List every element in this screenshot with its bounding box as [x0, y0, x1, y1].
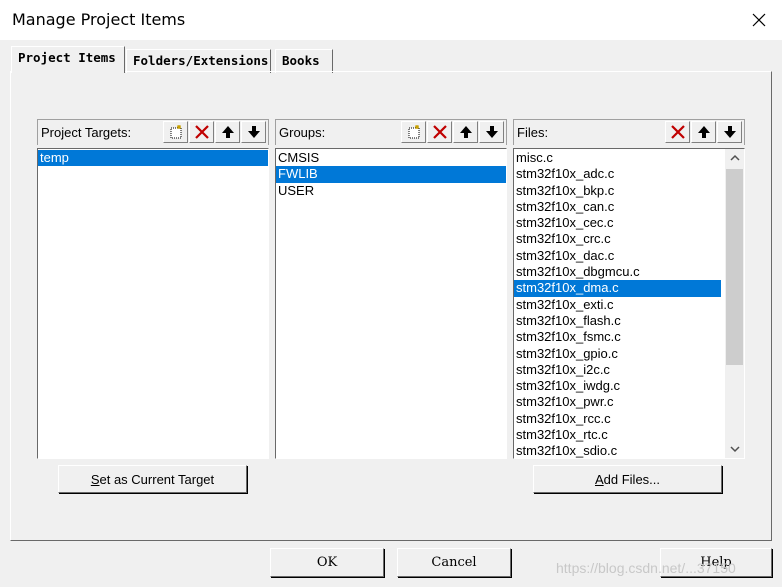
list-item[interactable]: stm32f10x_dbgmcu.c — [514, 264, 721, 280]
list-item[interactable]: stm32f10x_iwdg.c — [514, 378, 721, 394]
close-button[interactable] — [736, 0, 782, 40]
list-item[interactable]: stm32f10x_dac.c — [514, 248, 721, 264]
cancel-button[interactable]: Cancel — [397, 548, 511, 577]
arrow-up-icon — [459, 126, 472, 138]
files-panel: Files: misc.c stm32f10x_adc.c stm32f10x_bk… — [513, 119, 745, 459]
arrow-up-icon — [221, 126, 234, 138]
list-item[interactable]: stm32f10x_flash.c — [514, 313, 721, 329]
list-item[interactable]: stm32f10x_crc.c — [514, 231, 721, 247]
new-target-button[interactable] — [163, 121, 188, 143]
groups-header: Groups: — [275, 119, 507, 145]
files-header: Files: — [513, 119, 745, 145]
list-item[interactable]: stm32f10x_gpio.c — [514, 346, 721, 362]
set-target-accel: S — [90, 471, 100, 487]
project-targets-panel: Project Targets: temp — [37, 119, 269, 459]
title-bar: Manage Project Items — [0, 0, 782, 40]
close-icon — [752, 13, 766, 27]
delete-target-button[interactable] — [189, 121, 214, 143]
set-as-current-target-button[interactable]: Set as Current Target — [58, 465, 247, 493]
tab-project-items[interactable]: Project Items — [11, 46, 125, 73]
delete-group-button[interactable] — [427, 121, 452, 143]
chevron-up-icon — [729, 154, 740, 161]
list-item[interactable]: stm32f10x_exti.c — [514, 297, 721, 313]
scroll-down-button[interactable] — [725, 440, 744, 458]
files-scrollbar[interactable] — [725, 149, 744, 458]
list-item[interactable]: stm32f10x_dma.c — [514, 280, 721, 297]
groups-panel: Groups: CMSIS FWLIB USER — [275, 119, 507, 459]
list-item[interactable]: CMSIS — [276, 150, 506, 166]
list-item[interactable]: misc.c — [514, 150, 721, 166]
move-target-up-button[interactable] — [215, 121, 240, 143]
arrow-down-icon — [485, 126, 498, 138]
delete-icon — [670, 125, 685, 139]
delete-icon — [432, 125, 447, 139]
window-title: Manage Project Items — [12, 10, 186, 29]
list-item[interactable]: stm32f10x_i2c.c — [514, 362, 721, 378]
scroll-thumb[interactable] — [726, 169, 743, 365]
new-group-button[interactable] — [401, 121, 426, 143]
project-targets-header: Project Targets: — [37, 119, 269, 145]
arrow-down-icon — [247, 126, 260, 138]
scroll-up-button[interactable] — [725, 149, 744, 167]
arrow-up-icon — [697, 126, 710, 138]
files-list[interactable]: misc.c stm32f10x_adc.c stm32f10x_bkp.c stm3… — [513, 148, 745, 459]
list-item[interactable]: stm32f10x_rcc.c — [514, 411, 721, 427]
list-item[interactable]: stm32f10x_cec.c — [514, 215, 721, 231]
tab-books[interactable]: Books — [275, 49, 333, 73]
move-file-down-button[interactable] — [717, 121, 742, 143]
set-target-label: et as Current Target — [99, 471, 215, 487]
list-item[interactable]: stm32f10x_can.c — [514, 199, 721, 215]
groups-list[interactable]: CMSIS FWLIB USER — [275, 148, 507, 459]
new-item-icon — [170, 125, 181, 139]
list-item[interactable]: stm32f10x_rtc.c — [514, 427, 721, 443]
ok-button[interactable]: OK — [270, 548, 384, 577]
new-item-icon — [408, 125, 419, 139]
list-item[interactable]: stm32f10x_pwr.c — [514, 394, 721, 410]
list-item[interactable]: stm32f10x_sdio.c — [514, 443, 721, 458]
move-file-up-button[interactable] — [691, 121, 716, 143]
help-button[interactable]: Help — [660, 548, 772, 577]
add-files-button[interactable]: Add Files... — [533, 465, 722, 493]
delete-icon — [194, 125, 209, 139]
chevron-down-icon — [729, 446, 740, 453]
project-targets-list[interactable]: temp — [37, 148, 269, 459]
move-target-down-button[interactable] — [241, 121, 266, 143]
add-files-label: dd Files... — [603, 471, 661, 487]
delete-file-button[interactable] — [665, 121, 690, 143]
list-item[interactable]: stm32f10x_bkp.c — [514, 183, 721, 199]
list-item[interactable]: FWLIB — [276, 166, 506, 183]
tab-folders-extensions[interactable]: Folders/Extensions — [126, 49, 271, 73]
list-item[interactable]: USER — [276, 183, 506, 199]
move-group-up-button[interactable] — [453, 121, 478, 143]
files-label: Files: — [517, 125, 549, 140]
project-targets-label: Project Targets: — [41, 125, 132, 140]
list-item[interactable]: stm32f10x_fsmc.c — [514, 329, 721, 345]
list-item[interactable]: temp — [38, 150, 268, 167]
groups-label: Groups: — [279, 125, 326, 140]
list-item[interactable]: stm32f10x_adc.c — [514, 166, 721, 182]
arrow-down-icon — [723, 126, 736, 138]
add-files-accel: A — [594, 471, 604, 487]
move-group-down-button[interactable] — [479, 121, 504, 143]
